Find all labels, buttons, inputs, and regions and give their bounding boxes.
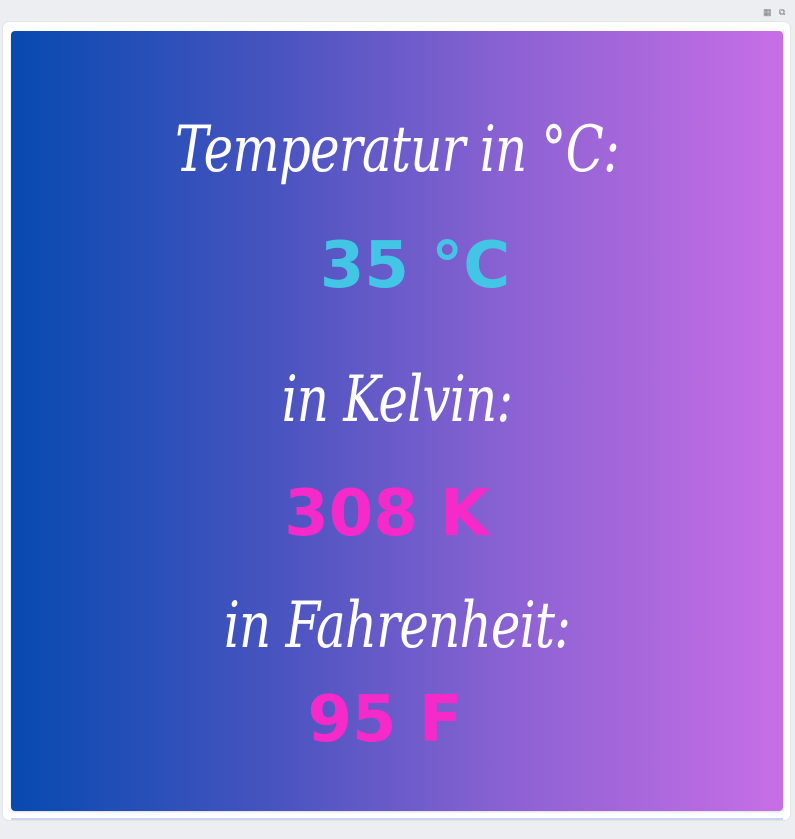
- fahrenheit-heading: in Fahrenheit:: [223, 589, 571, 663]
- save-icon[interactable]: ▦: [763, 7, 773, 17]
- celsius-heading: Temperatur in °C:: [174, 113, 620, 187]
- fahrenheit-value: 95 F: [307, 683, 463, 757]
- top-bar-icons: ▦ ⧉: [763, 7, 789, 17]
- copy-icon[interactable]: ⧉: [779, 7, 789, 17]
- kelvin-value: 308 K: [284, 477, 490, 551]
- bottom-divider: [11, 818, 783, 820]
- temperature-card: Temperatur in °C: 35 °C in Kelvin: 308 K…: [11, 31, 783, 811]
- kelvin-heading: in Kelvin:: [281, 363, 514, 437]
- celsius-value: 35 °C: [319, 229, 511, 303]
- top-bar: ▦ ⧉: [0, 0, 795, 24]
